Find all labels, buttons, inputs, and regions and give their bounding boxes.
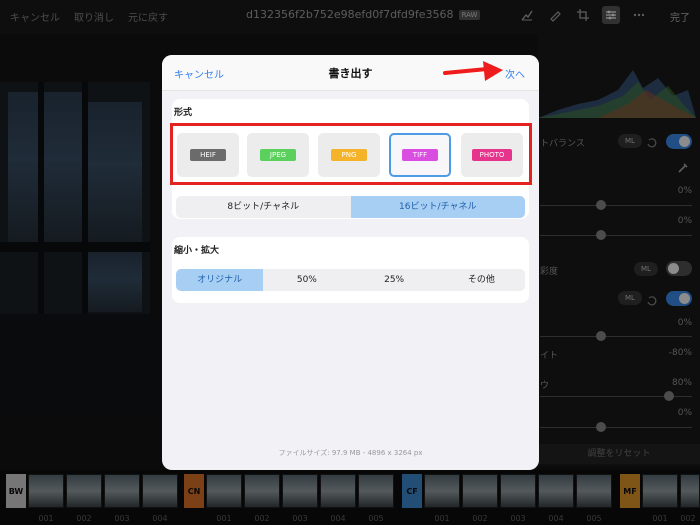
resize-original[interactable]: オリジナル [176, 269, 264, 291]
resize-25[interactable]: 25% [351, 269, 438, 291]
file-size-info: ファイルサイズ: 97.9 MB - 4896 x 3264 px [278, 449, 423, 457]
bit-depth-16[interactable]: 16ビット/チャネル [350, 196, 525, 218]
bit-depth-selector: 8ビット/チャネル 16ビット/チャネル [176, 196, 525, 218]
annotation-arrow-icon [443, 61, 503, 81]
format-section-title: 形式 [174, 108, 193, 118]
resize-50[interactable]: 50% [263, 269, 350, 291]
export-dialog: キャンセル 書き出す 次へ 形式 HEIF JPEG PNG TIFF PHOT… [162, 55, 539, 470]
resize-selector: オリジナル 50% 25% その他 [176, 269, 525, 291]
resize-section-title: 縮小・拡大 [174, 246, 220, 256]
next-button[interactable]: 次へ [505, 66, 525, 81]
highlight-annotation [170, 123, 532, 185]
bit-depth-8[interactable]: 8ビット/チャネル [176, 196, 351, 218]
resize-other[interactable]: その他 [438, 269, 525, 291]
